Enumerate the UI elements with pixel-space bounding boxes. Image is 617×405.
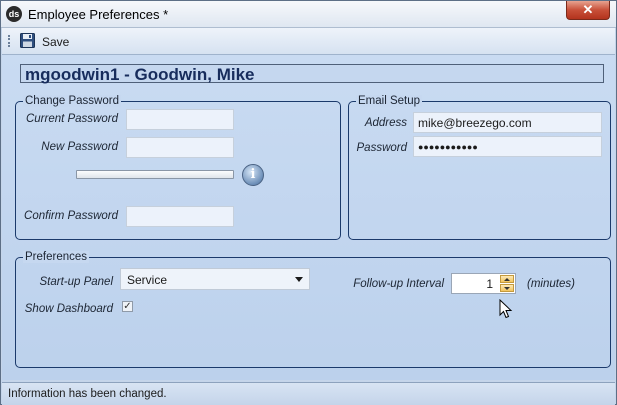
followup-interval-value: 1 — [486, 277, 493, 291]
close-icon: ✕ — [582, 2, 594, 17]
status-text: Information has been changed. — [8, 388, 167, 400]
email-setup-group: Email Setup Address mike@breezego.com Pa… — [348, 95, 611, 240]
confirm-password-label: Confirm Password — [24, 210, 118, 222]
email-password-label: Password — [356, 142, 408, 154]
change-password-legend: Change Password — [23, 95, 121, 107]
toolbar-grip-icon[interactable] — [8, 35, 12, 47]
password-strength-bar — [76, 170, 234, 179]
mouse-cursor-icon — [499, 299, 513, 319]
confirm-password-input[interactable] — [126, 206, 234, 227]
current-password-input[interactable] — [126, 109, 234, 130]
followup-interval-label: Follow-up Interval — [353, 278, 444, 290]
current-password-label: Current Password — [25, 113, 118, 125]
preferences-group: Preferences Start-up Panel Service Show … — [15, 251, 611, 368]
email-password-input[interactable]: ●●●●●●●●●●● — [413, 136, 602, 157]
new-password-label: New Password — [41, 141, 118, 153]
change-password-group: Change Password Current Password New Pas… — [15, 95, 341, 240]
show-dashboard-label: Show Dashboard — [24, 303, 113, 315]
close-button[interactable]: ✕ — [566, 1, 610, 20]
main-content: mgoodwin1 - Goodwin, Mike Change Passwor… — [2, 55, 615, 380]
email-address-input[interactable]: mike@breezego.com — [413, 112, 602, 133]
spin-up-button[interactable] — [500, 275, 514, 283]
save-label: Save — [42, 35, 70, 49]
app-icon: ds — [6, 6, 22, 22]
startup-panel-select[interactable]: Service — [120, 268, 310, 290]
toolbar: Save — [2, 28, 615, 55]
checkmark-icon: ✓ — [123, 301, 132, 312]
status-bar: Information has been changed. — [2, 382, 615, 405]
employee-preferences-window: ds Employee Preferences * ✕ Save mgoodwi… — [0, 0, 617, 405]
show-dashboard-checkbox[interactable]: ✓ — [122, 301, 133, 312]
chevron-down-icon — [295, 277, 303, 282]
followup-interval-spinner[interactable]: 1 — [451, 273, 516, 294]
user-header: mgoodwin1 - Goodwin, Mike — [20, 64, 604, 84]
startup-panel-value: Service — [127, 273, 168, 287]
preferences-legend: Preferences — [23, 251, 90, 263]
startup-panel-label: Start-up Panel — [39, 276, 113, 288]
title-bar[interactable]: ds Employee Preferences * ✕ — [1, 1, 616, 28]
new-password-input[interactable] — [126, 137, 234, 158]
spin-down-button[interactable] — [500, 284, 514, 292]
info-icon[interactable]: i — [242, 164, 264, 186]
spinner-buttons — [500, 275, 514, 292]
floppy-disk-icon — [20, 33, 35, 48]
followup-unit-label: (minutes) — [527, 278, 575, 290]
email-address-label: Address — [364, 117, 407, 129]
email-setup-legend: Email Setup — [356, 95, 423, 107]
window-title: Employee Preferences * — [28, 7, 169, 22]
